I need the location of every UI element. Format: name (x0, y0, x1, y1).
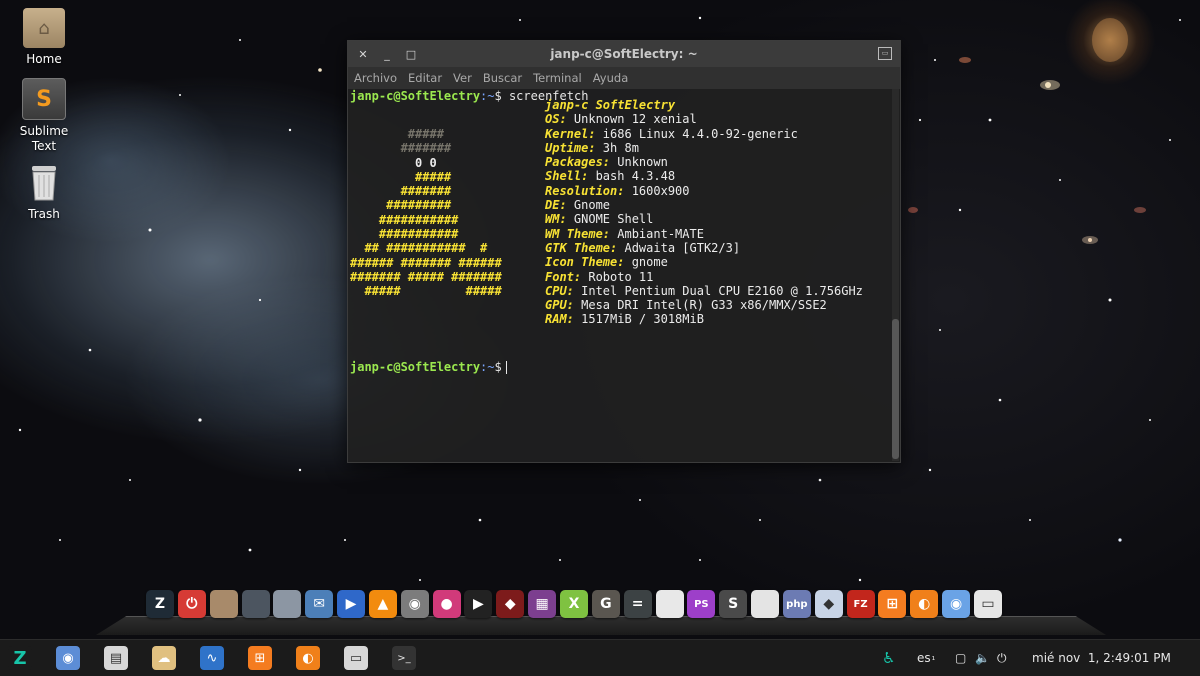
home-folder-icon: ⌂ (23, 8, 65, 48)
terminal-task-icon[interactable]: >_ (392, 646, 416, 670)
desktop-icon-trash[interactable]: Trash (10, 163, 78, 222)
keyboard-layout[interactable]: es ₁ (917, 640, 935, 676)
document-icon[interactable] (655, 590, 684, 618)
text-editor-icon[interactable] (751, 590, 780, 618)
terminal-output[interactable]: janp-c@SoftElectry:~$ screenfetch ##### … (348, 89, 900, 460)
volume-icon[interactable]: 🔈 (975, 640, 990, 676)
zorin-icon[interactable]: Z (146, 590, 174, 618)
firefox-task-icon[interactable]: ◐ (296, 646, 320, 670)
ascii-logo: ##### ####### 0 0 ##### ####### ########… (350, 127, 502, 299)
menu-terminal[interactable]: Terminal (533, 71, 582, 85)
language-suffix: ₁ (931, 653, 936, 663)
sublime-icon[interactable]: S (719, 590, 748, 618)
phpstorm-icon[interactable]: PS (687, 590, 716, 618)
ruby-icon[interactable]: ◆ (496, 590, 525, 618)
desktop-icon-label: Home (26, 52, 62, 66)
language-indicator: es (917, 651, 931, 665)
menu-ver[interactable]: Ver (453, 71, 472, 85)
xampp-icon[interactable]: ⊞ (878, 590, 907, 618)
power-menu-icon[interactable]: ⏻ (997, 640, 1007, 676)
text-cursor (505, 361, 507, 374)
cube-icon[interactable]: ◆ (814, 590, 843, 618)
terminal-window[interactable]: ✕ _ □ janp-c@SoftElectry: ~ ▭ Archivo Ed… (347, 40, 901, 463)
settings-task-icon[interactable]: ▭ (344, 646, 368, 670)
folder-light-icon[interactable] (273, 590, 302, 618)
mail-icon[interactable]: ✉ (305, 590, 334, 618)
window-title: janp-c@SoftElectry: ~ (550, 47, 698, 61)
sublime-text-icon: S (22, 78, 66, 120)
calculator-icon[interactable]: = (623, 590, 652, 618)
desktop-icon-sublime-text[interactable]: S Sublime Text (10, 78, 78, 154)
weather-task-icon[interactable]: ☁ (152, 646, 176, 670)
dock: Z ⏻ ✉ ▶ ▲ ◉ ● ▶ ◆ ▦ X G = PS Sphp ◆ FZ ⊞ ◐ ◉ ▭ (146, 590, 1006, 618)
desktop-icon-label: Trash (28, 207, 60, 221)
terminal-menubar: Archivo Editar Ver Buscar Terminal Ayuda (348, 67, 900, 89)
desktop-icon-home[interactable]: ⌂ Home (10, 8, 78, 67)
menu-editar[interactable]: Editar (408, 71, 442, 85)
chromium-task-icon[interactable]: ◉ (56, 646, 80, 670)
play-icon[interactable]: ▶ (464, 590, 493, 618)
menu-ayuda[interactable]: Ayuda (593, 71, 629, 85)
dock-shelf (96, 616, 1106, 635)
camera-icon[interactable]: ◉ (400, 590, 429, 618)
terminal-small-icon: ▭ (878, 47, 892, 60)
terminal-titlebar[interactable]: ✕ _ □ janp-c@SoftElectry: ~ ▭ (348, 41, 900, 67)
file-manager-task-icon[interactable]: ▤ (104, 646, 128, 670)
terminal-scrollbar[interactable] (892, 89, 899, 461)
current-prompt[interactable]: janp-c@SoftElectry:~$ (350, 360, 507, 374)
trash-icon (23, 163, 65, 203)
vlc-icon[interactable]: ▲ (368, 590, 397, 618)
chromium-icon[interactable]: ◉ (942, 590, 971, 618)
accessibility-icon[interactable]: ♿ (882, 640, 895, 676)
menu-buscar[interactable]: Buscar (483, 71, 522, 85)
firefox-icon[interactable]: ◐ (910, 590, 939, 618)
system-info: janp-c SoftElectry OS: Unknown 12 xenial… (545, 98, 863, 327)
media-player-icon[interactable]: ▶ (337, 590, 366, 618)
desktop-icon-label: Sublime Text (19, 124, 69, 153)
window-indicator-icon[interactable]: ▢ (955, 640, 966, 676)
gimp-icon[interactable]: G (591, 590, 620, 618)
xampp-green-icon[interactable]: X (559, 590, 588, 618)
archive-icon[interactable] (209, 590, 238, 618)
record-icon[interactable]: ● (432, 590, 461, 618)
zorin-menu-icon[interactable]: Z (8, 646, 32, 670)
php-icon[interactable]: php (782, 590, 811, 618)
screen-icon[interactable]: ▭ (973, 590, 1002, 618)
clock[interactable]: mié nov 1, 2:49:01 PM (1032, 640, 1171, 676)
close-icon[interactable]: ✕ (351, 48, 375, 61)
video-editor-icon[interactable]: ▦ (528, 590, 557, 618)
maximize-icon[interactable]: □ (399, 48, 423, 61)
folder-dark-icon[interactable] (241, 590, 270, 618)
scrollbar-thumb[interactable] (892, 319, 899, 459)
menu-archivo[interactable]: Archivo (354, 71, 397, 85)
power-icon[interactable]: ⏻ (177, 590, 206, 618)
filezilla-icon[interactable]: FZ (846, 590, 875, 618)
system-monitor-task-icon[interactable]: ∿ (200, 646, 224, 670)
xampp-task-icon[interactable]: ⊞ (248, 646, 272, 670)
minimize-icon[interactable]: _ (375, 48, 399, 61)
taskbar: Z ◉ ▤ ☁ ∿ ⊞ ◐ ▭ >_ ♿ es ₁ ▢ 🔈 ⏻ mié nov 1, 2:49:0… (0, 639, 1200, 676)
